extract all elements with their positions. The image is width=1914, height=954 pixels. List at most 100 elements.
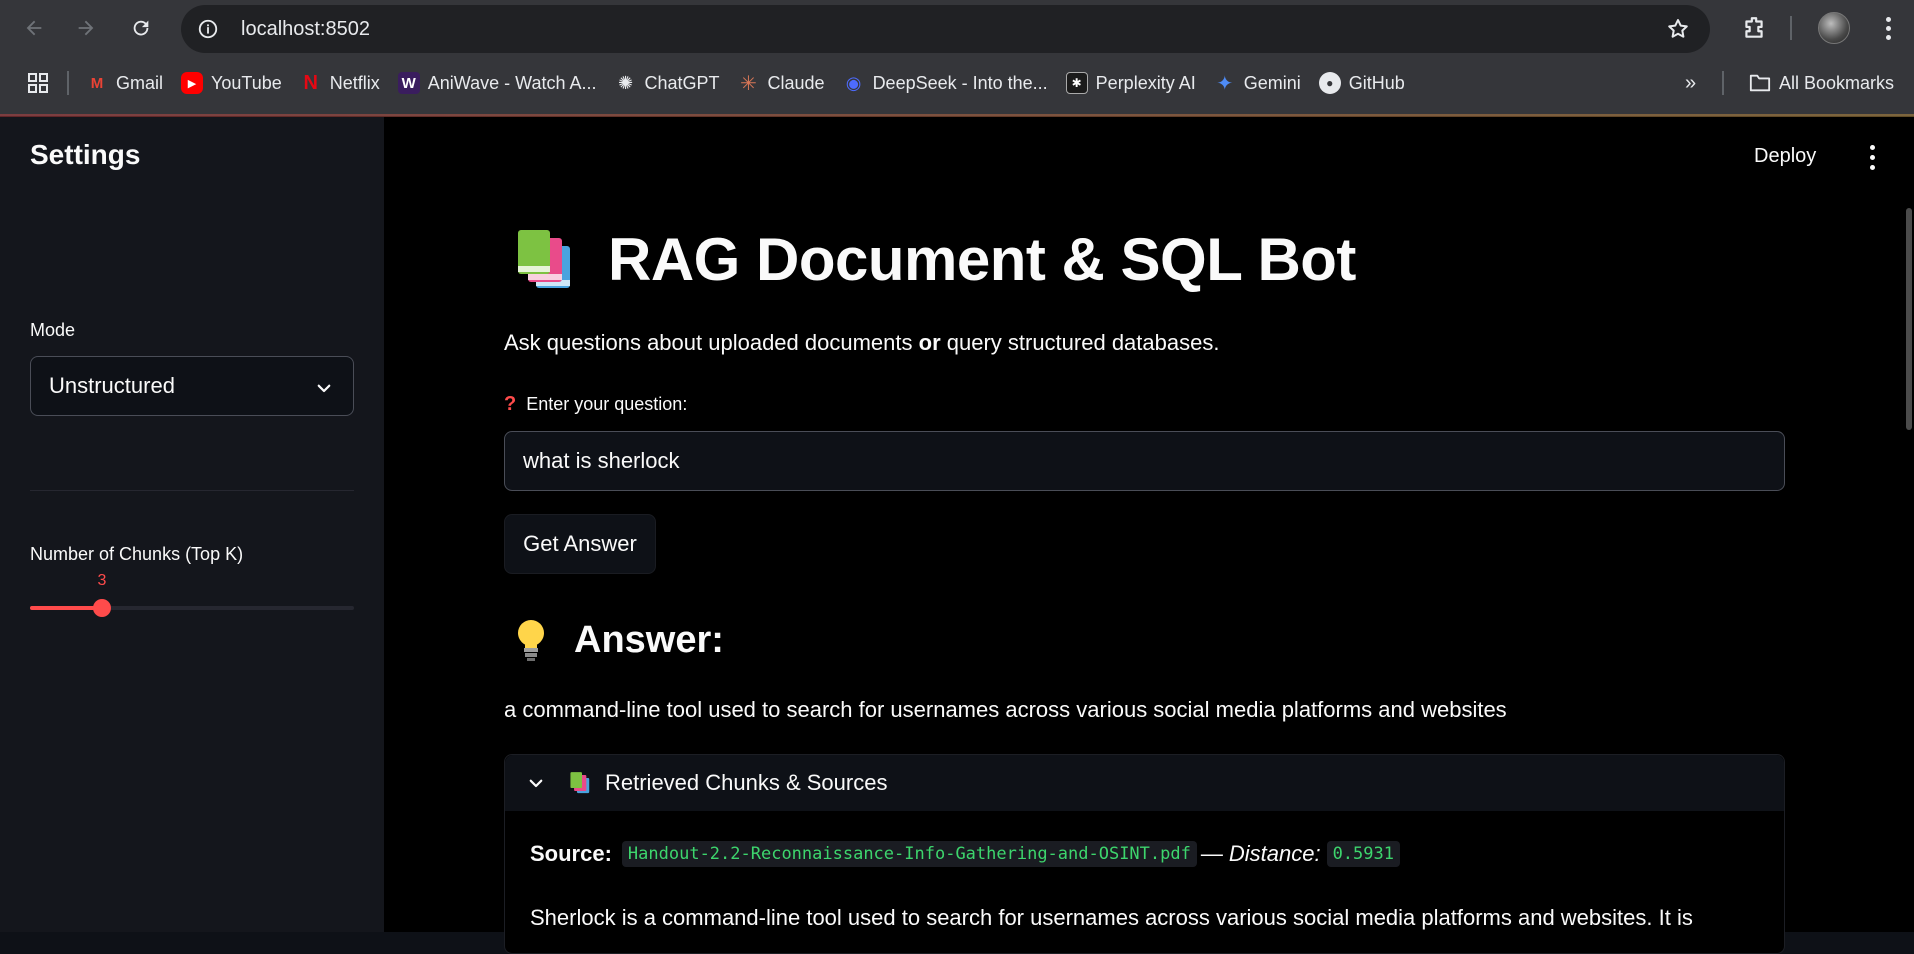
all-bookmarks-button[interactable]: All Bookmarks <box>1740 66 1903 100</box>
bookmark-label: DeepSeek - Into the... <box>872 72 1048 93</box>
bookmark-claude[interactable]: ✳ Claude <box>729 66 834 100</box>
subtitle-text: Ask questions about uploaded documents <box>504 330 919 355</box>
bookmark-label: Gemini <box>1243 72 1301 93</box>
answer-heading-text: Answer: <box>574 618 724 661</box>
main-menu-button[interactable] <box>1862 142 1882 172</box>
profile-button[interactable] <box>1814 8 1854 48</box>
browser-chrome: localhost:8502 M Gmail ▶ YouTube N Netflix … <box>0 0 1914 117</box>
source-label: Source: <box>530 841 612 866</box>
url-text[interactable]: localhost:8502 <box>241 18 370 41</box>
chevron-double-right-icon: » <box>1685 71 1697 94</box>
mode-label: Mode <box>30 320 76 340</box>
bookmark-netflix[interactable]: N Netflix <box>291 66 389 100</box>
page-title: RAG Document & SQL Bot <box>608 226 1356 293</box>
youtube-icon: ▶ <box>181 72 204 94</box>
topk-label: Number of Chunks (Top K) <box>30 544 244 564</box>
bookmark-star-icon[interactable] <box>1666 17 1690 46</box>
bookmarks-divider <box>67 71 69 95</box>
bookmark-label: AniWave - Watch A... <box>427 72 597 93</box>
reload-icon <box>133 20 149 36</box>
lightbulb-icon <box>518 620 544 661</box>
expander-title: Retrieved Chunks & Sources <box>605 770 888 795</box>
browser-menu-button[interactable] <box>1870 8 1906 48</box>
mode-select[interactable]: Unstructured <box>30 356 354 416</box>
more-bookmarks-button[interactable]: » <box>1676 66 1705 100</box>
page-subtitle: Ask questions about uploaded documents o… <box>504 330 1219 356</box>
sidebar <box>0 117 384 932</box>
gmail-icon: M <box>90 74 104 92</box>
source-filename: Handout-2.2-Reconnaissance-Info-Gatherin… <box>621 841 1197 867</box>
github-icon: ● <box>1318 72 1341 94</box>
bookmark-youtube[interactable]: ▶ YouTube <box>172 66 291 100</box>
sidebar-title: Settings <box>30 139 141 170</box>
bookmark-chatgpt[interactable]: ✺ ChatGPT <box>605 66 728 100</box>
bookmark-deepseek[interactable]: ◉ DeepSeek - Into the... <box>834 66 1057 100</box>
question-input[interactable]: what is sherlock <box>504 431 1785 491</box>
question-label-text: Enter your question: <box>526 394 688 414</box>
books-icon <box>570 772 590 794</box>
arrow-left-icon <box>26 20 42 36</box>
netflix-icon: N <box>303 71 318 94</box>
bookmark-label: Perplexity AI <box>1095 72 1196 93</box>
all-bookmarks-label: All Bookmarks <box>1779 72 1895 93</box>
aniwave-icon: W <box>397 72 420 94</box>
toolbar-divider <box>1790 16 1792 40</box>
distance-label: Distance: <box>1228 841 1321 866</box>
reload-button[interactable] <box>121 8 161 48</box>
arrow-right-icon <box>78 20 94 36</box>
bookmark-github[interactable]: ● GitHub <box>1310 66 1414 100</box>
chevron-down-icon <box>527 774 545 792</box>
topk-slider-thumb[interactable] <box>93 599 111 617</box>
bookmark-perplexity[interactable]: ✱ Perplexity AI <box>1057 66 1205 100</box>
claude-icon: ✳ <box>740 72 757 95</box>
perplexity-icon: ✱ <box>1065 72 1088 94</box>
apps-button[interactable] <box>0 66 59 100</box>
bookmarks-bar: M Gmail ▶ YouTube N Netflix W AniWave - Watc… <box>0 62 1914 104</box>
bookmark-gmail[interactable]: M Gmail <box>77 66 172 100</box>
books-icon <box>518 230 570 288</box>
gemini-icon: ✦ <box>1216 72 1234 95</box>
address-bar[interactable]: localhost:8502 <box>181 5 1710 53</box>
bookmarks-divider <box>1722 71 1724 95</box>
chunk-text: Sherlock is a command-line tool used to … <box>530 905 1693 930</box>
chatgpt-icon: ✺ <box>617 72 634 93</box>
forward-button[interactable] <box>66 8 106 48</box>
get-answer-button[interactable]: Get Answer <box>504 514 656 574</box>
answer-heading: Answer: <box>514 618 724 662</box>
topk-slider-fill <box>30 606 102 610</box>
extensions-button[interactable] <box>1734 8 1774 48</box>
bookmark-label: Gmail <box>116 72 164 93</box>
browser-toolbar: localhost:8502 <box>0 0 1914 56</box>
avatar <box>1818 12 1850 44</box>
bookmark-label: YouTube <box>211 72 282 93</box>
deploy-button[interactable]: Deploy <box>1754 145 1816 168</box>
topk-slider[interactable] <box>30 599 354 617</box>
source-line: Source: Handout-2.2-Reconnaissance-Info-… <box>530 841 1400 867</box>
retrieved-chunks-expander: Retrieved Chunks & Sources Source: Hando… <box>504 754 1785 954</box>
back-button[interactable] <box>14 8 54 48</box>
site-info-icon[interactable] <box>195 16 221 42</box>
separator-dash: — <box>1200 841 1223 866</box>
bookmark-label: GitHub <box>1348 72 1405 93</box>
topk-slider-value: 3 <box>97 572 107 589</box>
bookmark-label: Claude <box>767 72 825 93</box>
question-mark-icon: ? <box>504 393 517 415</box>
deepseek-icon: ◉ <box>845 72 862 93</box>
sidebar-divider <box>30 490 354 491</box>
folder-icon <box>1749 72 1771 94</box>
mode-select-value: Unstructured <box>49 373 175 398</box>
bookmark-label: Netflix <box>329 72 380 93</box>
chevron-down-icon <box>315 377 333 403</box>
bookmark-gemini[interactable]: ✦ Gemini <box>1205 66 1310 100</box>
expander-header[interactable]: Retrieved Chunks & Sources <box>505 755 1784 811</box>
bookmark-label: ChatGPT <box>644 72 720 93</box>
question-label: ? Enter your question: <box>504 393 687 416</box>
answer-text: a command-line tool used to search for u… <box>504 697 1507 722</box>
scrollbar[interactable] <box>1906 208 1912 430</box>
apps-grid-icon <box>28 73 48 93</box>
bookmark-aniwave[interactable]: W AniWave - Watch A... <box>389 66 606 100</box>
subtitle-text: query structured databases. <box>940 330 1220 355</box>
distance-value: 0.5931 <box>1326 841 1400 867</box>
subtitle-emphasis: or <box>918 330 941 355</box>
puzzle-icon <box>1745 17 1763 38</box>
